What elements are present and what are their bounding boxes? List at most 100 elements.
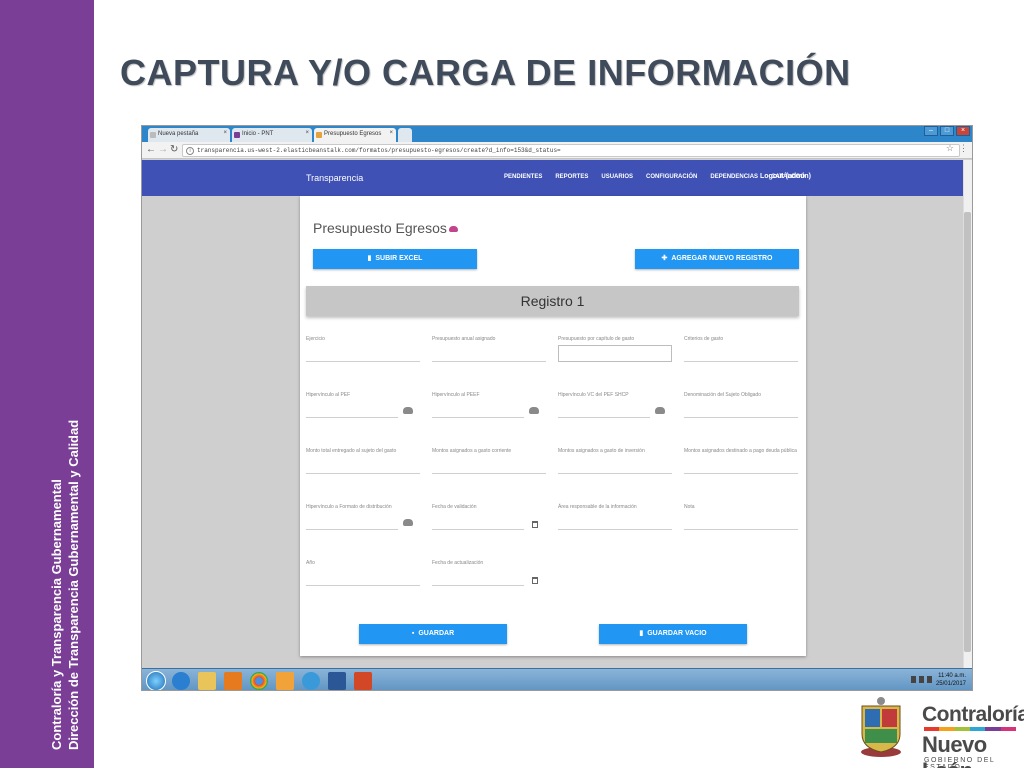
new-tab-button[interactable] (398, 128, 412, 142)
logo-gobierno: GOBIERNO DEL ESTADO (924, 757, 996, 768)
chrome-icon[interactable] (250, 672, 268, 690)
form-card: Presupuesto Egresos ▮ SUBIR EXCEL ✚ AGREGA… (300, 196, 806, 656)
field-label: Presupuesto anual asignado (432, 336, 496, 342)
record-section-header: Registro 1 (306, 286, 799, 316)
logo-color-bar (924, 727, 1016, 731)
save-empty-button[interactable]: ▮ GUARDAR VACIO (599, 624, 747, 644)
field-box[interactable] (558, 345, 672, 362)
close-icon[interactable]: × (305, 130, 309, 136)
taskbar-clock[interactable]: 11:40 a.m. 25/01/2017 (936, 672, 966, 688)
field-label: Montos asignados destinado a pago deuda … (684, 448, 797, 454)
media-player-icon[interactable] (224, 672, 242, 690)
browser-tab-new[interactable]: Nueva pestaña × (148, 128, 230, 142)
field-area-responsable[interactable]: Área responsable de la información (558, 504, 672, 530)
field-criterios-gasto[interactable]: Criterios de gasto (684, 336, 798, 362)
field-hipervinculo-pef[interactable]: Hipervínculo al PEF (306, 392, 398, 418)
tray-network-icon[interactable] (919, 676, 924, 683)
back-arrow-icon[interactable]: ← (146, 144, 156, 155)
scrollbar-thumb[interactable] (964, 212, 971, 652)
calendar-icon[interactable] (532, 577, 538, 584)
field-presupuesto-capitulo[interactable]: Presupuesto por capítulo de gasto (558, 336, 672, 362)
add-record-button[interactable]: ✚ AGREGAR NUEVO REGISTRO (635, 249, 799, 269)
field-label: Fecha de validación (432, 504, 477, 510)
app-header: Transparencia PENDIENTES REPORTES USUARI… (142, 160, 964, 196)
calendar-icon[interactable] (532, 521, 538, 528)
browser-tab-pnt[interactable]: Inicio - PNT × (232, 128, 312, 142)
close-icon[interactable]: × (389, 130, 393, 136)
tray-volume-icon[interactable] (927, 676, 932, 683)
field-label: Nota (684, 504, 695, 510)
tab-label: Presupuesto Egresos (324, 131, 382, 137)
reload-icon[interactable]: ↻ (170, 144, 178, 155)
save-button[interactable]: ▪ GUARDAR (359, 624, 507, 644)
field-gasto-corriente[interactable]: Montos asignados a gasto corriente (432, 448, 546, 474)
upload-icon[interactable] (403, 519, 413, 526)
field-anio[interactable]: Año (306, 560, 420, 586)
bookmark-star-icon[interactable]: ☆ (946, 143, 954, 154)
forward-arrow-icon[interactable]: → (158, 144, 168, 155)
nav-configuracion[interactable]: CONFIGURACIÓN (646, 174, 697, 180)
field-label: Montos asignados a gasto de inversión (558, 448, 645, 454)
browser-tab-presupuesto[interactable]: Presupuesto Egresos × (314, 128, 396, 142)
tab-strip: Nueva pestaña × Inicio - PNT × Presupues… (142, 126, 972, 142)
save-empty-label: GUARDAR VACIO (647, 630, 707, 637)
nuevo-leon-coat-of-arms-icon (861, 697, 901, 757)
logout-link[interactable]: Logout (admin) (760, 173, 811, 180)
url-input[interactable]: i transparencia.us-west-2.elasticbeansta… (182, 144, 960, 157)
folder-icon[interactable] (198, 672, 216, 690)
close-icon[interactable]: × (223, 130, 227, 136)
start-button[interactable] (146, 671, 166, 690)
url-text: transparencia.us-west-2.elasticbeanstalk… (197, 147, 561, 154)
slide: Contraloría y Transparencia Gubernamenta… (0, 0, 1024, 768)
slide-title: CAPTURA Y/O CARGA DE INFORMACIÓN (120, 52, 851, 93)
outlook-icon[interactable] (276, 672, 294, 690)
nav-usuarios[interactable]: USUARIOS (601, 174, 633, 180)
tab-label: Nueva pestaña (158, 131, 199, 137)
field-fecha-validacion[interactable]: Fecha de validación (432, 504, 524, 530)
powerpoint-icon[interactable] (354, 672, 372, 690)
field-ejercicio[interactable]: Ejercicio (306, 336, 420, 362)
field-label: Denominación del Sujeto Obligado (684, 392, 761, 398)
field-denominacion[interactable]: Denominación del Sujeto Obligado (684, 392, 798, 418)
page-scrollbar[interactable] (963, 160, 972, 672)
pnt-icon (234, 132, 240, 138)
field-deuda-publica[interactable]: Montos asignados destinado a pago deuda … (684, 448, 798, 474)
nav-reportes[interactable]: REPORTES (555, 174, 588, 180)
add-record-label: AGREGAR NUEVO REGISTRO (671, 255, 773, 262)
upload-icon[interactable] (655, 407, 665, 414)
field-hipervinculo-peef[interactable]: Hipervínculo al PEEF (432, 392, 524, 418)
field-nota[interactable]: Nota (684, 504, 798, 530)
field-formato-distribucion[interactable]: Hipervínculo a Formato de distribución (306, 504, 398, 530)
upload-icon[interactable] (403, 407, 413, 414)
telegram-icon[interactable] (302, 672, 320, 690)
clock-time: 11:40 a.m. (938, 673, 966, 679)
field-monto-total[interactable]: Monto total entregado al sujeto del gast… (306, 448, 420, 474)
nav-pendientes[interactable]: PENDIENTES (504, 174, 542, 180)
nav-dependencias[interactable]: DEPENDENCIAS (710, 174, 758, 180)
windows-taskbar: 11:40 a.m. 25/01/2017 (142, 668, 972, 690)
field-label: Presupuesto por capítulo de gasto (558, 336, 635, 342)
upload-icon[interactable] (529, 407, 539, 414)
field-presupuesto-anual[interactable]: Presupuesto anual asignado (432, 336, 546, 362)
word-icon[interactable] (328, 672, 346, 690)
tray-flag-icon[interactable] (911, 676, 916, 683)
field-fecha-actualizacion[interactable]: Fecha de actualización (432, 560, 524, 586)
minimize-button[interactable]: – (924, 126, 938, 136)
browser-screenshot: Nueva pestaña × Inicio - PNT × Presupues… (141, 125, 973, 691)
file-icon: ▮ (367, 255, 372, 262)
field-label: Hipervínculo a Formato de distribución (306, 504, 392, 510)
field-label: Área responsable de la información (558, 504, 637, 510)
field-gasto-inversion[interactable]: Montos asignados a gasto de inversión (558, 448, 672, 474)
field-hipervinculo-vc[interactable]: Hipervínculo VC del PEF SHCP (558, 392, 650, 418)
maximize-button[interactable]: □ (940, 126, 954, 136)
menu-icon[interactable]: ⋮ (959, 143, 968, 154)
field-label: Hipervínculo VC del PEF SHCP (558, 392, 629, 398)
cloud-upload-icon[interactable] (448, 226, 458, 233)
upload-excel-button[interactable]: ▮ SUBIR EXCEL (313, 249, 477, 269)
logo-contraloria: Contraloría (922, 703, 1024, 726)
window-close-button[interactable]: × (956, 126, 970, 136)
tab-label: Inicio - PNT (242, 131, 274, 137)
info-icon[interactable]: i (186, 147, 194, 155)
app-brand[interactable]: Transparencia (306, 173, 363, 183)
ie-icon[interactable] (172, 672, 190, 690)
